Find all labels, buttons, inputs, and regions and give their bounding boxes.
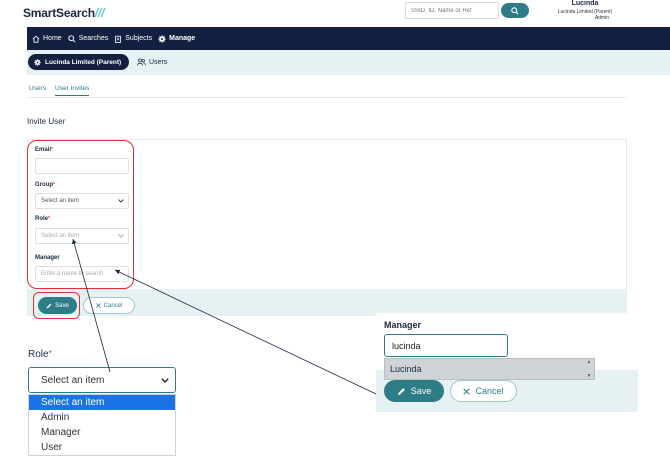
zoom-manager-label: Manager — [384, 320, 422, 330]
zoom-role-options: Select an item Admin Manager User — [28, 394, 176, 456]
gear-icon — [34, 58, 41, 66]
zoom-manager-input[interactable]: lucinda — [384, 334, 508, 357]
role-option[interactable]: Manager — [29, 425, 175, 440]
tab-divider — [27, 97, 627, 98]
main-nav: Home Searches Subjects Manage — [27, 27, 670, 50]
close-icon — [463, 387, 471, 395]
user-role: Admin — [594, 15, 609, 21]
manager-suggestion[interactable]: Lucinda — [384, 358, 595, 380]
nav-item-searches[interactable]: Searches — [68, 34, 108, 43]
search-icon — [68, 34, 76, 43]
page-title: Invite User — [27, 117, 66, 126]
zoom-role-label: Role* — [28, 349, 52, 360]
zoom-cancel-button[interactable]: Cancel — [450, 380, 517, 402]
app-logo: SmartSearch/// — [23, 6, 105, 20]
suggestion-scrollbar[interactable]: ▲ ▼ — [584, 359, 594, 379]
gear-icon — [158, 34, 166, 43]
save-button[interactable]: Save — [38, 297, 77, 314]
nav-item-home[interactable]: Home — [32, 35, 62, 43]
role-option[interactable]: Select an item — [29, 395, 175, 410]
highlight-form-fields — [27, 140, 134, 289]
tab-user-invites[interactable]: User Invites — [55, 85, 90, 96]
close-icon — [95, 303, 101, 308]
users-link[interactable]: Users — [137, 58, 167, 66]
home-icon — [32, 35, 40, 43]
global-search-input[interactable] — [405, 2, 499, 19]
user-name[interactable]: Lucinda — [545, 0, 625, 7]
tab-users[interactable]: Users — [29, 85, 46, 92]
pencil-icon — [397, 387, 405, 395]
clipboard-icon — [115, 35, 122, 43]
nav-item-subjects[interactable]: Subjects — [114, 35, 152, 43]
nav-item-manage[interactable]: Manage — [158, 34, 195, 43]
org-selector-button[interactable]: Lucinda Limited (Parent) — [28, 54, 129, 70]
role-option[interactable]: User — [29, 440, 175, 455]
role-option[interactable]: Admin — [29, 410, 175, 425]
search-icon — [511, 6, 519, 15]
cancel-button[interactable]: Cancel — [83, 297, 135, 314]
search-button[interactable] — [501, 3, 529, 18]
scroll-up-icon[interactable]: ▲ — [587, 359, 592, 365]
scroll-down-icon[interactable]: ▼ — [587, 373, 592, 379]
zoom-role-select[interactable]: Select an item — [28, 367, 176, 393]
zoom-save-button[interactable]: Save — [384, 380, 444, 402]
chevron-down-icon — [161, 377, 169, 383]
users-icon — [137, 58, 146, 66]
pencil-icon — [46, 303, 52, 308]
